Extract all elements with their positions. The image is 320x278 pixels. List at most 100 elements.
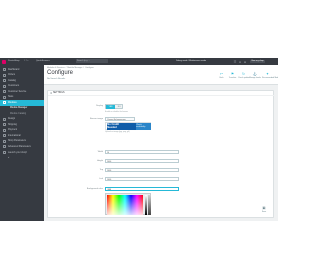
width-label: Width (97, 150, 103, 153)
sidebar-collapse-label: « (8, 157, 10, 159)
brush-icon (2, 117, 6, 121)
banner-line-2: Needed (107, 126, 117, 130)
chat-icon (2, 90, 6, 94)
truck-icon (2, 123, 6, 127)
breadcrumb-item[interactable]: Modules & Services (47, 67, 65, 69)
banner-preview-side: Check availability (135, 123, 151, 130)
card-icon (2, 128, 6, 132)
dashboard-icon (2, 68, 6, 72)
top-label: Top (99, 168, 103, 171)
breadcrumb-item[interactable]: Module Manager (67, 67, 82, 69)
toolbar-label: Recommended Modules (262, 76, 278, 79)
puzzle-icon (2, 101, 6, 105)
manage-hooks-button[interactable]: ⚓ Manage hooks (249, 72, 261, 79)
globe-icon (2, 134, 6, 138)
cart-icon[interactable]: ☷ (233, 60, 237, 64)
banner-preview-main: No Credit Needed (106, 123, 136, 130)
breadcrumb: Modules & Services / Module Manager / Co… (47, 67, 94, 69)
settings-panel: ⚙ Settings Display YES NO Enable or disa… (47, 90, 275, 218)
color-picker-saturation[interactable] (107, 194, 143, 215)
gear-icon: ⚙ (50, 92, 53, 95)
save-label: Save (261, 210, 267, 213)
toolbar-label: Check update (238, 76, 250, 79)
switch-yes-option[interactable]: YES (106, 105, 115, 110)
sidebar-item-label: Shop Parameters (8, 140, 26, 142)
page-title: Configure (47, 70, 74, 76)
save-button[interactable]: ▣ Save (257, 206, 271, 216)
color-picker-hue-slider[interactable] (144, 194, 147, 215)
cart-icon (2, 73, 6, 77)
back-button[interactable]: ↩ Back (216, 72, 227, 79)
bell-icon[interactable]: ♦ (243, 60, 247, 64)
panel-heading: ⚙ Settings (48, 91, 275, 96)
version-label: 1.7.x (24, 60, 29, 62)
sidebar-item-label: Design (8, 118, 16, 120)
check-update-button[interactable]: ↻ Check update (238, 72, 249, 79)
height-label: Height (96, 159, 103, 162)
puzzle-icon: ✦ (265, 72, 269, 76)
chart-icon (2, 95, 6, 99)
recommended-modules-button[interactable]: ✦Recommended Modules (262, 72, 278, 79)
toolbar-label: Back (219, 76, 224, 79)
user-icon[interactable]: ☺ (238, 60, 242, 64)
sidebar-item-label: Advanced Parameters (8, 145, 31, 148)
sidebar-item-label: Shipping (8, 123, 17, 126)
color-picker-alpha-slider[interactable] (148, 194, 151, 215)
rocket-icon (2, 151, 6, 155)
sidebar-item-label: Modules (8, 101, 17, 104)
anchor-icon: ⚓ (252, 72, 257, 76)
banner-image-help: Upload an image (jpg, png, gif) (105, 130, 130, 133)
sidebar-item-label: Orders (8, 74, 16, 76)
refresh-icon: ↻ (241, 72, 245, 76)
quick-access-menu[interactable]: Quick Access ▾ (36, 60, 50, 62)
gear-icon (2, 145, 6, 149)
background-color-input[interactable]: #ffffff (105, 187, 179, 192)
top-bar: PrestaShop 1.7.x Quick Access ▾ Search (… (0, 58, 278, 65)
sidebar: Dashboard Orders Catalog Customers Custo… (0, 65, 44, 221)
settings-icon (2, 139, 6, 143)
banner-preview: No Credit Needed Check availability (105, 121, 151, 130)
sidebar-item-label: Catalog (8, 79, 16, 82)
height-input[interactable]: 1000 (105, 159, 179, 164)
translate-button[interactable]: ⚑ Translate (227, 72, 238, 79)
flag-icon: ⚑ (230, 72, 235, 76)
view-shop-button[interactable]: View my shop (250, 59, 265, 63)
sidebar-item-label: International (8, 134, 21, 137)
banner-image-upload[interactable]: Choose file banner.png (105, 117, 135, 121)
search-input[interactable]: Search (e.g. ... (76, 59, 108, 64)
page-header: Modules & Services / Module Manager / Co… (44, 65, 278, 85)
back-icon: ↩ (219, 72, 223, 76)
prestashop-logo-icon[interactable] (2, 59, 6, 64)
sidebar-item-label: Module Catalog (10, 112, 27, 115)
top-input[interactable]: 1000 (105, 168, 179, 173)
width-input[interactable]: 10 (105, 150, 179, 155)
display-help: Enable or disable the banner (105, 110, 128, 113)
user-icon (2, 84, 6, 88)
store-icon (2, 79, 6, 83)
sidebar-item-label: Stats (8, 96, 14, 98)
breadcrumb-separator: / (83, 67, 85, 69)
mode-notice[interactable]: Debug mode / Maintenance mode (176, 60, 206, 62)
display-switch[interactable]: YES NO (105, 104, 124, 110)
floppy-disk-icon: ▣ (262, 206, 266, 210)
page-subtitle: No Search Results (47, 77, 66, 80)
banner-image-label: Banner image (90, 117, 103, 120)
display-label: Display (96, 105, 103, 107)
app-window: PrestaShop 1.7.x Quick Access ▾ Search (… (0, 58, 278, 221)
link-input[interactable]: 1000 (105, 177, 179, 182)
sidebar-item-label: Dashboard (8, 68, 20, 71)
sidebar-item-advanced-parameters[interactable]: Advanced Parameters (0, 144, 44, 150)
sidebar-item-label: Payment (8, 129, 18, 131)
toolbar-label: Translate (228, 76, 237, 79)
sidebar-item-label: Launch your shop! (8, 151, 27, 154)
sidebar-item-label: Module Manager (10, 107, 28, 109)
sidebar-item-label: Customer Service (8, 90, 27, 93)
brand-name: PrestaShop (8, 60, 20, 62)
sidebar-item-label: Customers (8, 85, 20, 87)
background-color-label: Background color (86, 187, 103, 190)
switch-no-option[interactable]: NO (115, 105, 124, 109)
color-picker[interactable] (105, 192, 151, 215)
panel-heading-label: Settings (53, 92, 65, 95)
toolbar-label: Manage hooks (249, 76, 261, 79)
sidebar-collapse-button[interactable]: « (0, 156, 44, 162)
